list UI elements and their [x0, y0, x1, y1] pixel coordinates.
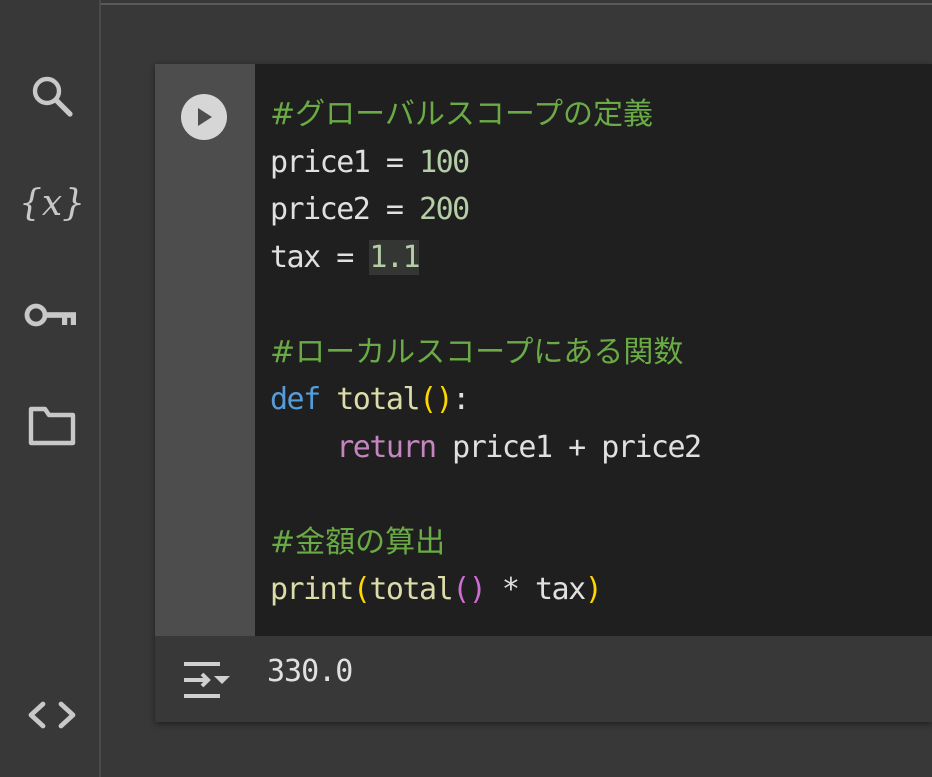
top-border: [101, 0, 932, 5]
code-line: return price1 + price2: [270, 424, 932, 472]
code-paren: ): [468, 572, 487, 607]
play-icon: [198, 108, 212, 126]
code-icon[interactable]: [22, 690, 82, 740]
variables-icon[interactable]: {x}: [19, 178, 85, 228]
key-icon[interactable]: [22, 290, 82, 340]
code-paren: (: [352, 572, 371, 607]
cell-output: 330.0: [155, 636, 932, 722]
folder-icon[interactable]: [22, 400, 82, 450]
code-text: price1 =: [270, 144, 420, 180]
code-paren: ): [435, 382, 454, 417]
code-number: 200: [419, 192, 470, 227]
code-line: print(total() * tax): [270, 566, 932, 614]
code-text: price2 =: [270, 192, 420, 227]
code-line: #グローバルスコープの定義: [270, 91, 932, 139]
code-line: tax = 1.1: [270, 234, 932, 282]
code-keyword: return: [336, 429, 437, 465]
code-line: #ローカルスコープにある関数: [270, 329, 932, 377]
left-sidebar: {x}: [0, 0, 101, 777]
code-comment: #ローカルスコープにある関数: [270, 334, 684, 370]
code-text: price1 + price2: [435, 429, 702, 465]
code-function: total: [369, 572, 453, 607]
code-comment: #グローバルスコープの定義: [270, 97, 654, 132]
code-number: 1.1: [369, 239, 421, 275]
output-text: 330.0: [267, 654, 353, 689]
code-text: :: [452, 382, 470, 417]
code-function: print: [270, 572, 354, 607]
code-editor[interactable]: #グローバルスコープの定義 price1 = 100 price2 = 200 …: [255, 64, 932, 636]
code-paren: (: [419, 382, 437, 417]
run-cell-button[interactable]: [181, 94, 227, 140]
code-paren: (: [452, 572, 470, 607]
code-cell[interactable]: #グローバルスコープの定義 price1 = 100 price2 = 200 …: [155, 64, 932, 722]
code-paren: ): [584, 572, 603, 607]
output-actions-icon[interactable]: [179, 658, 233, 702]
code-text: tax =: [270, 239, 370, 275]
code-line: #金額の算出: [270, 519, 932, 567]
search-icon[interactable]: [22, 71, 82, 121]
code-comment: #金額の算出: [270, 524, 446, 560]
code-number: 100: [419, 144, 470, 180]
code-line: def total():: [270, 376, 932, 424]
code-line: price2 = 200: [270, 186, 932, 234]
code-text: * tax: [485, 572, 586, 607]
code-line: price1 = 100: [270, 139, 932, 187]
code-function: total: [336, 382, 420, 417]
cell-gutter: [155, 64, 255, 636]
code-keyword: def: [270, 382, 321, 417]
